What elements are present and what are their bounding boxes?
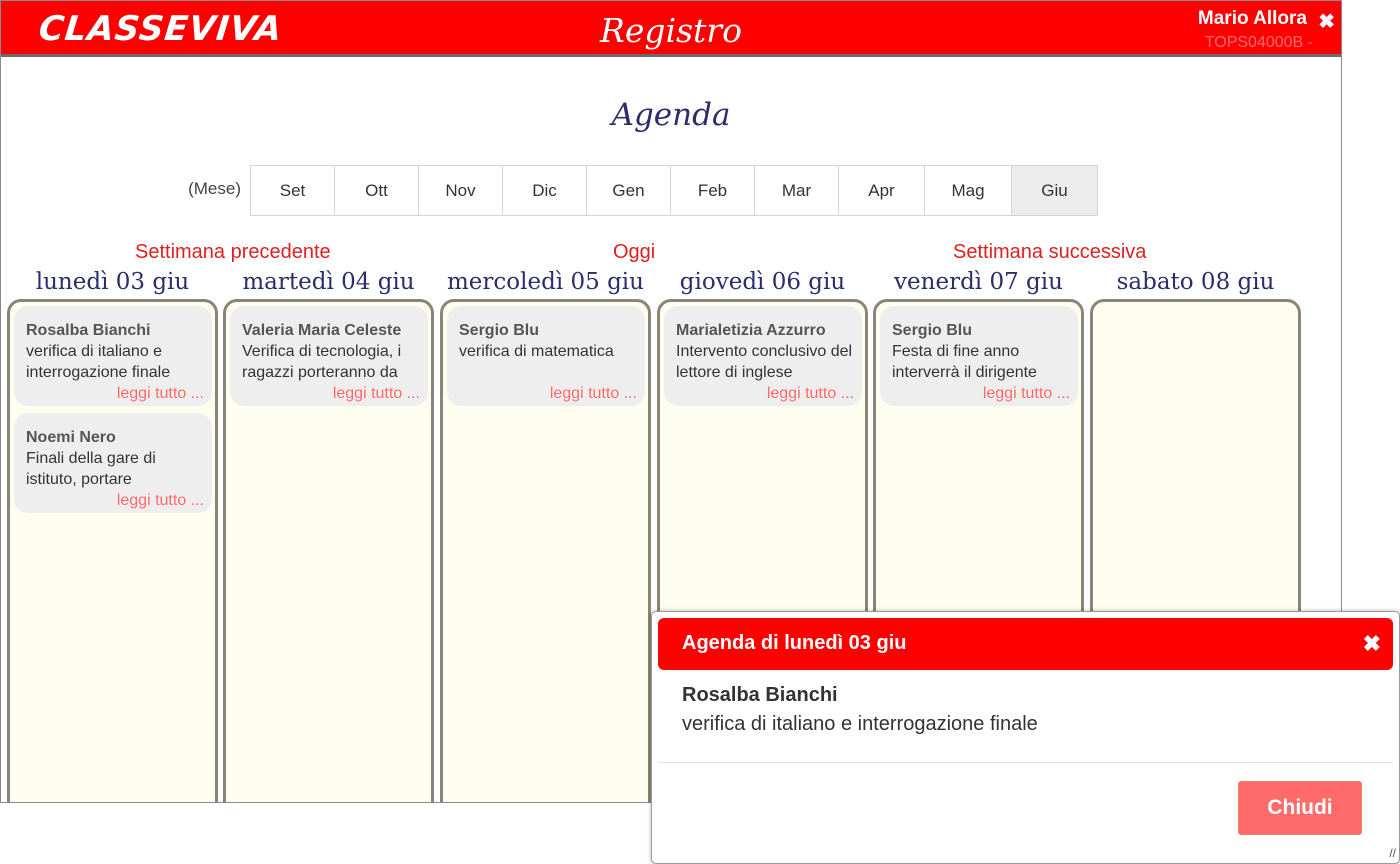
month-selector: Set Ott Nov Dic Gen Feb Mar Apr Mag Giu [250,165,1098,216]
agenda-event[interactable]: Marialetizia Azzurro Intervento conclusiv… [664,306,862,406]
day-header: martedì 04 giu [242,269,415,295]
day-header: lunedì 03 giu [35,269,190,295]
day-header: sabato 08 giu [1116,269,1275,295]
month-tab-apr[interactable]: Apr [839,166,925,215]
event-text: Verifica di tecnologia, i ragazzi porter… [242,343,402,381]
logout-close-icon[interactable]: ✖ [1318,9,1335,34]
agenda-dialog: Agenda di lunedì 03 giu ✖ Rosalba Bianch… [651,611,1400,864]
school-code: TOPS04000B - [1204,34,1313,51]
event-text: Festa di fine anno interverrà il dirigen… [892,343,1037,381]
dialog-close-icon[interactable]: ✖ [1363,631,1381,657]
event-author: Noemi Nero [26,429,116,446]
event-author: Sergio Blu [459,322,540,339]
event-author: Valeria Maria Celeste [242,322,402,339]
month-tab-mag[interactable]: Mag [925,166,1012,215]
dialog-text: verifica di italiano e interrogazione fi… [682,713,1038,735]
app-header: CLASSEVIVA Registro Mario Allora TOPS040… [1,1,1341,57]
day-column: Valeria Maria Celeste Verifica di tecnolo… [223,299,434,802]
user-name: Mario Allora [1197,8,1307,29]
month-tab-dic[interactable]: Dic [503,166,587,215]
event-author: Sergio Blu [892,322,973,339]
day-header: giovedì 06 giu [679,269,846,295]
day-header: mercoledì 05 giu [447,269,644,295]
month-tab-giu[interactable]: Giu [1012,166,1097,215]
event-author: Marialetizia Azzurro [676,322,826,339]
month-tab-set[interactable]: Set [251,166,335,215]
agenda-event[interactable]: Noemi Nero Finali della gare di istituto,… [14,413,212,513]
read-more-link[interactable]: leggi tutto ... [242,383,420,404]
dialog-divider [658,762,1393,763]
month-tab-mar[interactable]: Mar [755,166,839,215]
today-link[interactable]: Oggi [613,241,655,264]
dialog-author: Rosalba Bianchi [682,684,838,706]
month-tab-gen[interactable]: Gen [587,166,671,215]
day-header: venerdì 07 giu [894,269,1063,295]
app-title: Registro [600,11,742,50]
day-column: Sergio Blu verifica di matematica leggi tu… [440,299,651,802]
next-week-link[interactable]: Settimana successiva [953,241,1146,264]
month-tab-ott[interactable]: Ott [335,166,419,215]
month-label: (Mese) [188,179,241,198]
event-text: Intervento conclusivo del lettore di ing… [676,343,853,381]
resize-grip-icon[interactable]: // [1382,846,1396,860]
agenda-event[interactable]: Sergio Blu Festa di fine anno interverrà … [880,306,1078,406]
chiudi-button[interactable]: Chiudi [1238,781,1362,835]
event-author: Rosalba Bianchi [26,322,151,339]
read-more-link[interactable]: leggi tutto ... [459,383,637,404]
read-more-link[interactable]: leggi tutto ... [26,383,204,404]
agenda-event[interactable]: Sergio Blu verifica di matematica leggi tu… [447,306,645,406]
agenda-event[interactable]: Valeria Maria Celeste Verifica di tecnolo… [230,306,428,406]
event-text: Finali della gare di istituto, portare [26,450,156,488]
read-more-link[interactable]: leggi tutto ... [676,383,854,404]
agenda-event[interactable]: Rosalba Bianchi verifica di italiano e in… [14,306,212,406]
month-tab-feb[interactable]: Feb [671,166,755,215]
event-text: verifica di matematica [459,343,614,360]
month-tab-nov[interactable]: Nov [419,166,503,215]
day-column: Rosalba Bianchi verifica di italiano e in… [7,299,218,802]
read-more-link[interactable]: leggi tutto ... [26,490,204,511]
dialog-title: Agenda di lunedì 03 giu [682,632,907,654]
page-title: Agenda [611,97,731,133]
read-more-link[interactable]: leggi tutto ... [892,383,1070,404]
dialog-header: Agenda di lunedì 03 giu ✖ [658,618,1393,670]
previous-week-link[interactable]: Settimana precedente [135,241,331,264]
event-text: verifica di italiano e interrogazione fi… [26,343,171,381]
